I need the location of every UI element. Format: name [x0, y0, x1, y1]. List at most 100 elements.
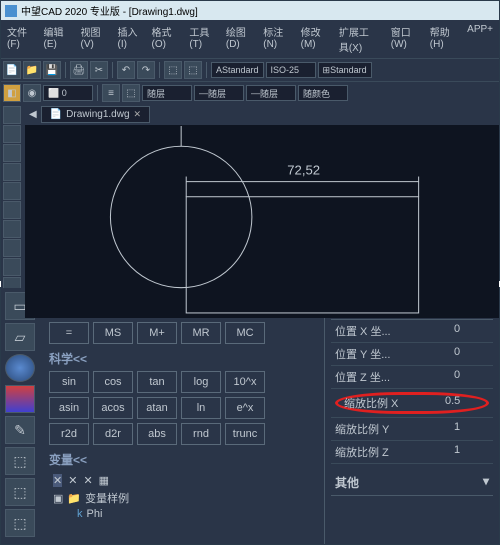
menu-item[interactable]: APP+ [461, 22, 499, 56]
property-row[interactable]: 缩放比例 X0.5 [331, 389, 493, 418]
prop-section-header[interactable]: 其他▾ [331, 470, 493, 496]
globe-icon[interactable] [5, 354, 35, 382]
menubar: 文件(F)编辑(E)视图(V)插入(I)格式(O)工具(T)绘图(D)标注(N)… [1, 20, 499, 58]
var-tool[interactable]: ✕ [83, 474, 92, 487]
calc-button[interactable]: MC [225, 322, 265, 344]
calc-button[interactable]: rnd [181, 423, 221, 445]
property-row[interactable]: 缩放比例 Y1 [331, 418, 493, 441]
sci-section[interactable]: 科学<< [49, 350, 316, 367]
rect-icon[interactable]: ▱ [5, 323, 35, 351]
calc-button[interactable]: M+ [137, 322, 177, 344]
rect-tool[interactable] [3, 182, 21, 200]
undo-icon[interactable]: ↶ [117, 61, 135, 79]
menu-item[interactable]: 视图(V) [75, 22, 112, 56]
toolbar-2: ◧ ◉ ⬜ 0 ≡ ⬚ 随层 — 随层 — 随层 随颜色 [1, 81, 499, 104]
close-icon[interactable]: ✕ [134, 109, 142, 120]
tree-folder[interactable]: ▣ 📁 变量样例 [53, 489, 316, 507]
circle-tool[interactable] [3, 144, 21, 162]
document-tab[interactable]: 📄 Drawing1.dwg ✕ [41, 106, 150, 123]
menu-item[interactable]: 插入(I) [111, 22, 145, 56]
layer-sel[interactable]: — 随层 [194, 85, 244, 101]
redo-icon[interactable]: ↷ [137, 61, 155, 79]
layer-icon[interactable]: ◉ [23, 84, 41, 102]
layer-select[interactable]: ⬜ 0 [43, 85, 93, 101]
menu-item[interactable]: 格式(O) [146, 22, 184, 56]
var-toolbar: ✕ ✕ ✕ ▦ [49, 472, 316, 489]
calc-button[interactable]: atan [137, 397, 177, 419]
calc-button[interactable]: asin [49, 397, 89, 419]
menu-item[interactable]: 编辑(E) [38, 22, 75, 56]
tree-item[interactable]: k Phi [53, 507, 316, 521]
menu-item[interactable]: 标注(N) [257, 22, 294, 56]
text-tool[interactable] [3, 239, 21, 257]
new-icon[interactable]: 📄 [3, 61, 21, 79]
chevron-down-icon: ▾ [483, 474, 489, 491]
iso-select[interactable]: ISO-25 [266, 62, 316, 78]
calc-button[interactable]: acos [93, 397, 133, 419]
menu-item[interactable]: 工具(T) [183, 22, 220, 56]
hatch-tool[interactable] [3, 220, 21, 238]
tool-icon[interactable]: ⬚ [184, 61, 202, 79]
layer-icon[interactable]: ◧ [3, 84, 21, 102]
calc-button[interactable]: abs [137, 423, 177, 445]
var-tool[interactable]: ▦ [99, 474, 109, 487]
save-icon[interactable]: 💾 [43, 61, 61, 79]
tool-icon[interactable]: ⬚ [5, 478, 35, 506]
titlebar: 中望CAD 2020 专业版 - [Drawing1.dwg] [1, 1, 499, 20]
paint-icon[interactable]: ✎ [5, 416, 35, 444]
menu-item[interactable]: 文件(F) [1, 22, 38, 56]
ellipse-tool[interactable] [3, 201, 21, 219]
calc-button[interactable]: r2d [49, 423, 89, 445]
print-icon[interactable]: 🖨 [70, 61, 88, 79]
tool-icon[interactable]: ⬚ [5, 447, 35, 475]
app-icon [5, 5, 17, 17]
folder-icon: 📁 [67, 492, 81, 505]
calc-button[interactable]: cos [93, 371, 133, 393]
open-icon[interactable]: 📁 [23, 61, 41, 79]
menu-item[interactable]: 帮助(H) [424, 22, 461, 56]
calc-button[interactable]: log [181, 371, 221, 393]
drawing-canvas[interactable]: ◀ 📄 Drawing1.dwg ✕ 72,52 [25, 104, 499, 318]
menu-item[interactable]: 绘图(D) [220, 22, 257, 56]
color-sel[interactable]: 随颜色 [298, 85, 348, 101]
tool-icon[interactable]: ⬚ [122, 84, 140, 102]
calc-button[interactable]: trunc [225, 423, 265, 445]
property-row[interactable]: 位置 Y 坐...0 [331, 343, 493, 366]
property-row[interactable]: 位置 X 坐...0 [331, 320, 493, 343]
expand-icon[interactable]: ▣ [53, 492, 63, 505]
var-tool[interactable]: ✕ [68, 474, 77, 487]
calculator-panel: 0.pi()=MSM+MRMC 科学<< sincostanlog10^xasi… [41, 288, 324, 544]
tool-icon[interactable]: ⬚ [5, 509, 35, 537]
calc-button[interactable]: e^x [225, 397, 265, 419]
calc-button[interactable]: d2r [93, 423, 133, 445]
tab-label: Drawing1.dwg [66, 109, 129, 120]
menu-item[interactable]: 扩展工具(X) [333, 22, 385, 56]
var-tool[interactable]: ✕ [53, 474, 62, 487]
calc-button[interactable]: ln [181, 397, 221, 419]
line-tool[interactable] [3, 106, 21, 124]
menu-item[interactable]: 窗口(W) [385, 22, 424, 56]
calc-button[interactable]: sin [49, 371, 89, 393]
std-select[interactable]: ⊞ Standard [318, 62, 372, 78]
layer-sel[interactable]: 随层 [142, 85, 192, 101]
style-select[interactable]: A Standard [211, 62, 264, 78]
calc-button[interactable]: MS [93, 322, 133, 344]
polyline-tool[interactable] [3, 125, 21, 143]
gradient-icon[interactable] [5, 385, 35, 413]
tool-icon[interactable]: ≡ [102, 84, 120, 102]
calc-button[interactable]: MR [181, 322, 221, 344]
point-tool[interactable] [3, 258, 21, 276]
calc-button[interactable]: tan [137, 371, 177, 393]
arc-tool[interactable] [3, 163, 21, 181]
menu-item[interactable]: 修改(M) [295, 22, 333, 56]
dimension-text: 72,52 [287, 163, 320, 178]
window-title: 中望CAD 2020 专业版 - [Drawing1.dwg] [21, 3, 198, 18]
calc-button[interactable]: = [49, 322, 89, 344]
var-section[interactable]: 变量<< [49, 451, 316, 468]
property-row[interactable]: 位置 Z 坐...0 [331, 366, 493, 389]
layer-sel[interactable]: — 随层 [246, 85, 296, 101]
cut-icon[interactable]: ✂ [90, 61, 108, 79]
property-row[interactable]: 缩放比例 Z1 [331, 441, 493, 464]
tool-icon[interactable]: ⬚ [164, 61, 182, 79]
calc-button[interactable]: 10^x [225, 371, 265, 393]
